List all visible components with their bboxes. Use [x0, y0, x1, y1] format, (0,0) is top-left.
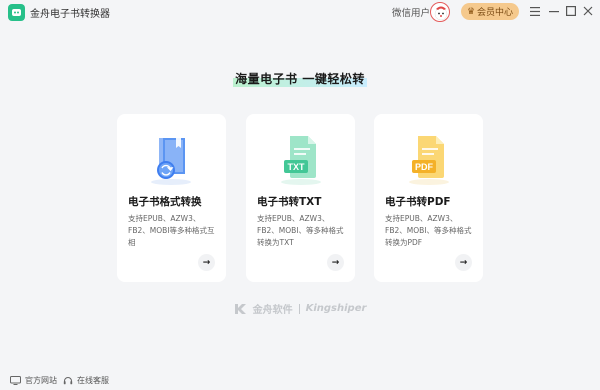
maximize-icon[interactable] — [563, 3, 579, 19]
page-heading: 海量电子书 一键轻松转 — [233, 72, 367, 87]
brand-logo: 金舟软件 Kingshiper — [0, 301, 600, 316]
app-title: 金舟电子书转换器 — [30, 9, 110, 20]
online-support-link[interactable]: 在线客服 — [63, 375, 109, 386]
user-name[interactable]: 微信用户 — [392, 5, 430, 19]
app-logo-icon — [8, 4, 25, 21]
card-title: 电子书转PDF — [385, 196, 451, 208]
arrow-right-icon[interactable]: → — [327, 254, 344, 271]
headset-icon — [63, 376, 73, 384]
heading-wrap: 海量电子书 一键轻松转 — [0, 68, 600, 89]
close-icon[interactable] — [580, 3, 596, 19]
vip-center-button[interactable]: ♛ 会员中心 — [461, 3, 519, 20]
vip-center-label: 会员中心 — [477, 8, 514, 18]
txt-file-icon: TXT — [246, 126, 355, 188]
brand-name-en: Kingshiper — [305, 303, 367, 314]
card-description: 支持EPUB、AZW3、FB2、MOBI、等多种格式转换为PDF — [385, 214, 472, 247]
pdf-badge: PDF — [415, 162, 434, 172]
card-title: 电子书格式转换 — [128, 196, 202, 208]
arrow-right-icon[interactable]: → — [198, 254, 215, 271]
brand-name-cn: 金舟软件 — [252, 305, 293, 316]
title-bar: 金舟电子书转换器 微信用户 ♛ 会员中心 — [0, 0, 600, 24]
official-website-label: 官方网站 — [25, 376, 57, 385]
book-convert-icon — [117, 126, 226, 188]
menu-icon[interactable] — [527, 3, 543, 19]
txt-badge: TXT — [287, 162, 305, 172]
monitor-icon — [10, 376, 21, 385]
crown-icon: ♛ — [466, 6, 476, 17]
online-support-label: 在线客服 — [77, 376, 109, 385]
card-description: 支持EPUB、AZW3、FB2、MOBI、等多种格式转换为TXT — [257, 214, 344, 247]
card-to-pdf[interactable]: PDF 电子书转PDF 支持EPUB、AZW3、FB2、MOBI、等多种格式转换… — [374, 114, 483, 282]
avatar[interactable] — [430, 2, 450, 22]
card-format-convert[interactable]: 电子书格式转换 支持EPUB、AZW3、FB2、MOBI等多种格式互相 → — [117, 114, 226, 282]
card-description: 支持EPUB、AZW3、FB2、MOBI等多种格式互相 — [128, 214, 215, 247]
official-website-link[interactable]: 官方网站 — [10, 375, 57, 386]
minimize-icon[interactable] — [546, 3, 562, 19]
card-to-txt[interactable]: TXT 电子书转TXT 支持EPUB、AZW3、FB2、MOBI、等多种格式转换… — [246, 114, 355, 282]
arrow-right-icon[interactable]: → — [455, 254, 472, 271]
card-title: 电子书转TXT — [257, 196, 322, 208]
pdf-file-icon: PDF — [374, 126, 483, 188]
kingshiper-logo-icon — [234, 303, 246, 314]
brand-separator — [298, 303, 300, 314]
